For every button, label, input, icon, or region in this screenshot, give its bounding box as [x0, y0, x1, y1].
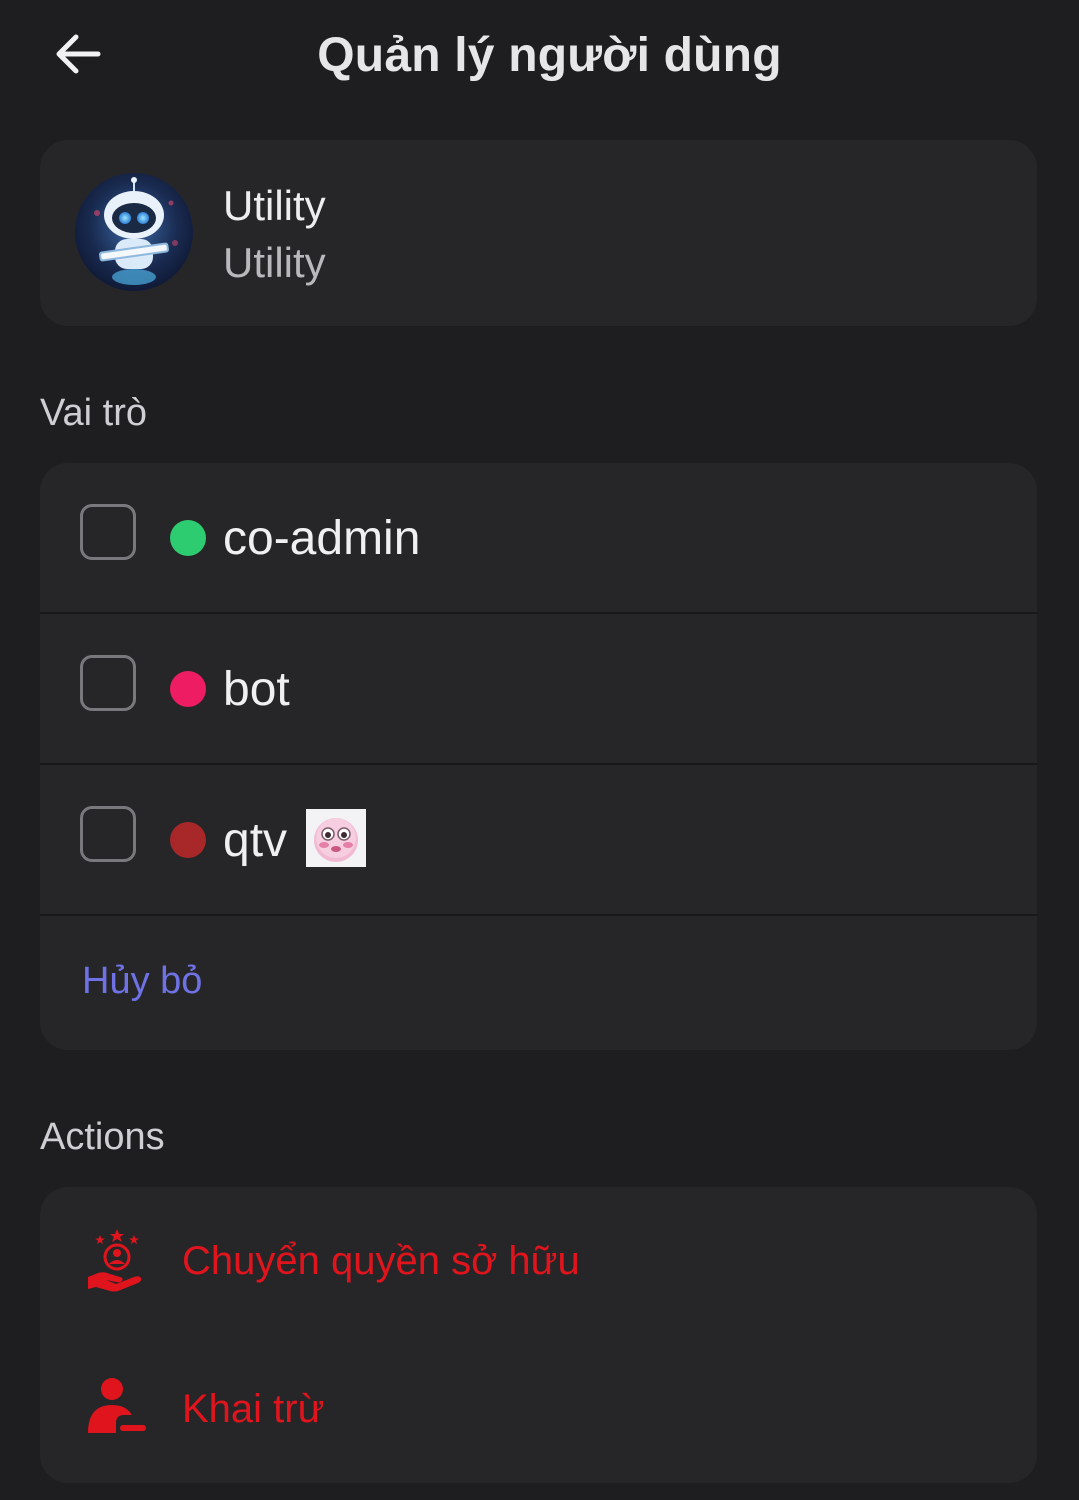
top-bar: Quản lý người dùng — [0, 0, 1079, 112]
blushing-face-emoji-icon — [306, 809, 366, 867]
page-title: Quản lý người dùng — [317, 29, 782, 82]
role-row-bot[interactable]: bot — [40, 614, 1037, 764]
role-checkbox[interactable] — [80, 655, 136, 711]
kick-user-button[interactable]: Khai trừ — [40, 1335, 1037, 1483]
user-subtitle: Utility — [223, 239, 326, 286]
roles-card: co-admin bot qtv Hủy bỏ — [40, 463, 1037, 1050]
role-label: co-admin — [223, 512, 421, 565]
action-label: Khai trừ — [182, 1387, 325, 1431]
role-label: qtv — [223, 814, 288, 867]
role-color-dot — [170, 520, 206, 556]
avatar — [75, 173, 193, 291]
kick-user-icon — [84, 1375, 150, 1441]
divider — [40, 914, 1037, 916]
actions-card: Chuyển quyền sở hữu Khai trừ — [40, 1187, 1037, 1483]
user-card: Utility Utility — [40, 140, 1037, 326]
role-checkbox[interactable] — [80, 504, 136, 560]
role-checkbox[interactable] — [80, 806, 136, 862]
transfer-ownership-button[interactable]: Chuyển quyền sở hữu — [40, 1187, 1037, 1335]
robot-avatar-icon — [75, 173, 193, 291]
role-label: bot — [223, 663, 290, 716]
role-row-co-admin[interactable]: co-admin — [40, 463, 1037, 613]
cancel-button[interactable]: Hủy bỏ — [82, 960, 202, 1003]
action-label: Chuyển quyền sở hữu — [182, 1239, 580, 1283]
user-name: Utility — [223, 182, 326, 229]
actions-section-label: Actions — [40, 1116, 165, 1158]
role-color-dot — [170, 822, 206, 858]
transfer-ownership-icon — [84, 1227, 150, 1293]
role-row-qtv[interactable]: qtv — [40, 765, 1037, 915]
roles-section-label: Vai trò — [40, 392, 148, 434]
role-color-dot — [170, 671, 206, 707]
